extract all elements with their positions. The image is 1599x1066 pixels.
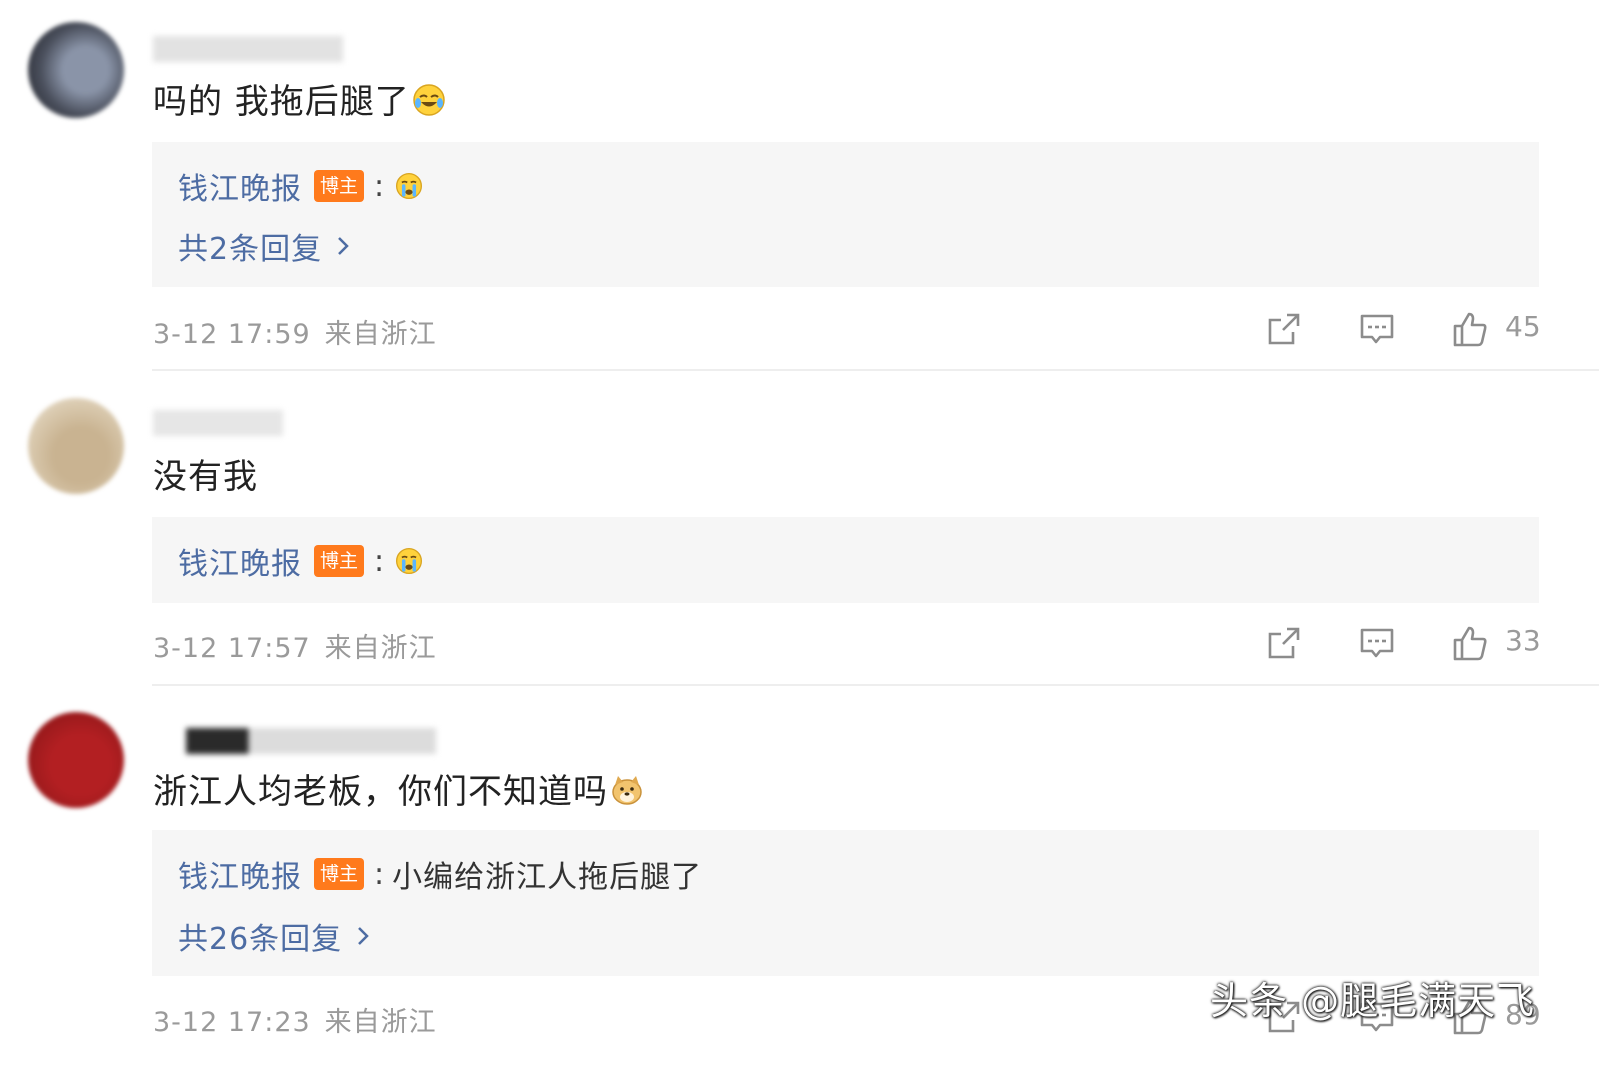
reply-author-link[interactable]: 钱江晚报: [178, 852, 302, 896]
laughing-crying-emoji-icon: [413, 84, 445, 116]
watermark: 头条 @腿毛满天飞: [1210, 979, 1536, 1023]
thumbs-up-icon[interactable]: [1451, 310, 1489, 348]
reply-colon: :: [374, 543, 385, 579]
like-count: 33: [1505, 624, 1541, 657]
comment-icon[interactable]: [1358, 624, 1396, 662]
comment-text: 浙江人均老板，你们不知道吗: [153, 764, 644, 813]
reply-author-link[interactable]: 钱江晚报: [178, 164, 302, 208]
share-icon[interactable]: [1265, 624, 1303, 662]
reply-colon: :: [374, 168, 385, 204]
thumbs-up-icon[interactable]: [1451, 624, 1489, 662]
reply-preview-box[interactable]: 钱江晚报 博主 : 小编给浙江人拖后腿了 共26条回复: [152, 830, 1539, 976]
reply-line: 钱江晚报 博主 :: [178, 164, 424, 208]
reply-colon: :: [374, 856, 385, 892]
username-blurred[interactable]: [153, 36, 343, 62]
avatar[interactable]: [28, 398, 124, 494]
reply-preview-box[interactable]: 钱江晚报 博主 : 共2条回复: [152, 142, 1539, 287]
avatar[interactable]: [28, 22, 124, 118]
chevron-right-icon: [358, 927, 369, 945]
blogger-badge: 博主: [314, 545, 365, 577]
reply-count-link[interactable]: 共2条回复: [178, 224, 350, 268]
like-count: 45: [1505, 310, 1541, 343]
reply-text: 小编给浙江人拖后腿了: [392, 860, 703, 895]
crying-emoji-icon: [396, 547, 423, 575]
comment-text: 没有我: [153, 457, 258, 497]
divider: [152, 369, 1599, 371]
blogger-badge: 博主: [314, 170, 365, 202]
reply-line: 钱江晚报 博主 :: [178, 539, 424, 583]
comment-icon[interactable]: [1358, 310, 1396, 348]
username-blurred[interactable]: [153, 410, 283, 436]
crying-emoji-icon: [396, 172, 423, 200]
doge-emoji-icon: [612, 776, 642, 805]
blogger-badge: 博主: [314, 858, 365, 890]
chevron-right-icon: [338, 237, 349, 255]
comment-actions: 45: [0, 310, 1599, 350]
reply-author-link[interactable]: 钱江晚报: [178, 539, 302, 583]
comment-actions: 33: [0, 624, 1599, 664]
reply-count-link[interactable]: 共26条回复: [178, 914, 370, 958]
reply-line: 钱江晚报 博主 : 小编给浙江人拖后腿了: [178, 852, 702, 896]
share-icon[interactable]: [1265, 310, 1303, 348]
username-blurred[interactable]: [186, 728, 436, 754]
comment-text: 吗的 我拖后腿了: [153, 74, 446, 123]
divider: [152, 684, 1599, 686]
avatar[interactable]: [28, 712, 124, 808]
reply-preview-box[interactable]: 钱江晚报 博主 :: [152, 517, 1539, 603]
